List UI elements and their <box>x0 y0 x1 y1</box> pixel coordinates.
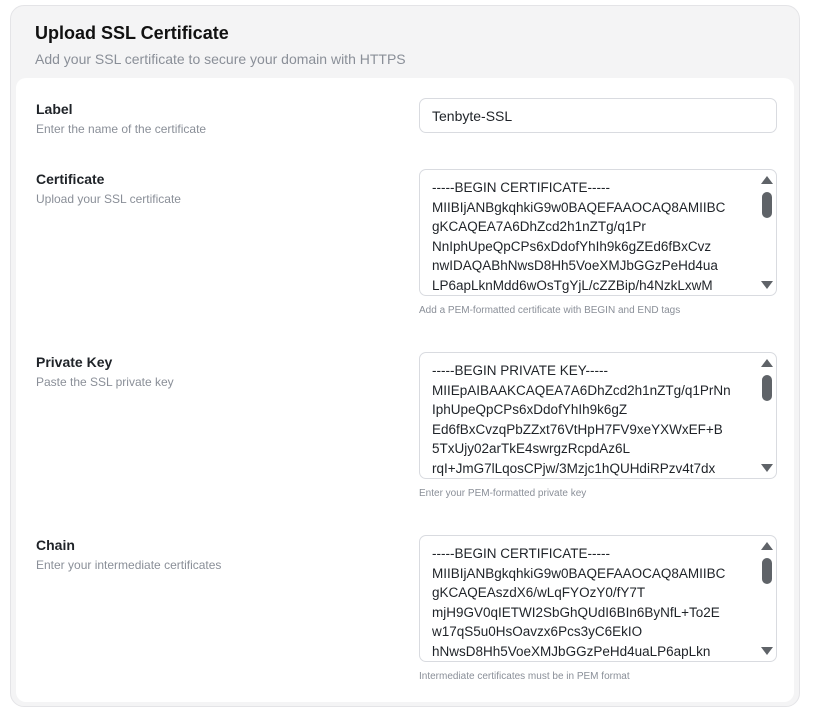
private-key-text: -----BEGIN PRIVATE KEY----- MIIEpAIBAAKCA… <box>432 361 750 478</box>
private-key-field-help: Paste the SSL private key <box>36 375 174 389</box>
scroll-up-arrow-icon[interactable] <box>761 176 773 184</box>
certificate-note: Add a PEM-formatted certificate with BEG… <box>419 305 681 316</box>
chain-note: Intermediate certificates must be in PEM… <box>419 671 630 682</box>
private-key-line: MIIEpAIBAAKCAQEA7A6DhZcd2h1nZTg/q1PrNn <box>432 382 731 398</box>
certificate-line: NnIphUpeQpCPs6xDdofYhIh9k6gZEd6fBxCvz <box>432 238 712 254</box>
chain-line: mjH9GV0qIETWI2SbGhQUdI6BIn6ByNfL+To2E <box>432 604 720 620</box>
chain-scrollbar[interactable] <box>760 538 774 659</box>
private-key-line: Ed6fBxCvzqPbZZxt76VtHpH7FV9xeYXWxEF+B <box>432 421 723 437</box>
form-body: Label Enter the name of the certificate … <box>16 78 794 702</box>
private-key-line: rqI+JmG7lLqosCPjw/3Mzjc1hQUHdiRPzv4t7dx <box>432 460 716 476</box>
private-key-scrollbar[interactable] <box>760 355 774 476</box>
scroll-down-arrow-icon[interactable] <box>761 464 773 472</box>
page-subtitle: Add your SSL certificate to secure your … <box>35 51 406 67</box>
private-key-field-title: Private Key <box>36 354 113 370</box>
label-field-help: Enter the name of the certificate <box>36 122 207 136</box>
upload-ssl-card: Upload SSL Certificate Add your SSL cert… <box>10 5 800 707</box>
certificate-field-help: Upload your SSL certificate <box>36 192 181 206</box>
chain-line: -----BEGIN CERTIFICATE----- <box>432 546 610 561</box>
label-field-title: Label <box>36 101 73 117</box>
label-input[interactable] <box>419 98 777 133</box>
scroll-thumb[interactable] <box>762 558 772 584</box>
scroll-thumb[interactable] <box>762 375 772 401</box>
private-key-note: Enter your PEM-formatted private key <box>419 488 587 499</box>
chain-line: MIIBIjANBgkqhkiG9w0BAQEFAAOCAQ8AMIIBC <box>432 565 726 581</box>
scroll-thumb[interactable] <box>762 192 772 218</box>
certificate-line: LP6apLknMdd6wOsTgYjL/cZZBip/h4NzkLxwM <box>432 277 713 293</box>
private-key-line: IphUpeQpCPs6xDdofYhIh9k6gZ <box>432 402 628 418</box>
certificate-textarea[interactable]: -----BEGIN CERTIFICATE----- MIIBIjANBgkqh… <box>419 169 777 296</box>
certificate-line: gKCAQEA7A6DhZcd2h1nZTg/q1Pr <box>432 219 646 235</box>
chain-line: w17qS5u0HsOavzx6Pcs3yC6EkIO <box>432 624 643 640</box>
certificate-field-title: Certificate <box>36 171 105 187</box>
private-key-line: -----BEGIN PRIVATE KEY----- <box>432 363 609 378</box>
certificate-line: -----BEGIN CERTIFICATE----- <box>432 180 610 195</box>
private-key-textarea[interactable]: -----BEGIN PRIVATE KEY----- MIIEpAIBAAKCA… <box>419 352 777 479</box>
chain-textarea[interactable]: -----BEGIN CERTIFICATE----- MIIBIjANBgkqh… <box>419 535 777 662</box>
chain-field-title: Chain <box>36 537 75 553</box>
private-key-line: 5TxUjy02arTkE4swrgzRcpdAz6L <box>432 441 631 457</box>
certificate-scrollbar[interactable] <box>760 172 774 293</box>
scroll-up-arrow-icon[interactable] <box>761 359 773 367</box>
card-header: Upload SSL Certificate Add your SSL cert… <box>35 22 406 68</box>
page-title: Upload SSL Certificate <box>35 23 229 43</box>
scroll-down-arrow-icon[interactable] <box>761 647 773 655</box>
chain-field-help: Enter your intermediate certificates <box>36 558 222 572</box>
chain-line: gKCAQEAszdX6/wLqFYOzY0/fY7T <box>432 585 646 601</box>
certificate-text: -----BEGIN CERTIFICATE----- MIIBIjANBgkqh… <box>432 178 750 295</box>
chain-text: -----BEGIN CERTIFICATE----- MIIBIjANBgkqh… <box>432 544 750 661</box>
certificate-line: nwIDAQABhNwsD8Hh5VoeXMJbGGzPeHd4ua <box>432 258 718 274</box>
scroll-up-arrow-icon[interactable] <box>761 542 773 550</box>
scroll-down-arrow-icon[interactable] <box>761 281 773 289</box>
chain-line: hNwsD8Hh5VoeXMJbGGzPeHd4uaLP6apLkn <box>432 643 711 659</box>
certificate-line: MIIBIjANBgkqhkiG9w0BAQEFAAOCAQ8AMIIBC <box>432 199 726 215</box>
